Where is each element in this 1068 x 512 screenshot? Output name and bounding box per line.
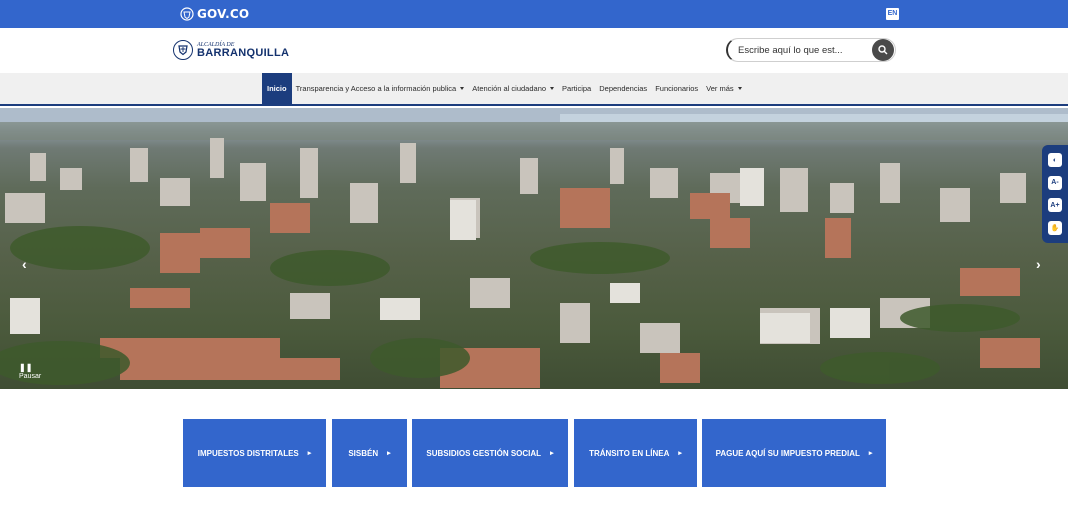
quick-link-transito[interactable]: TRÁNSITO EN LÍNEA ▸ [574,419,697,487]
carousel-next-button[interactable]: › [1036,256,1041,272]
sign-language-icon[interactable]: ✋ [1048,220,1062,235]
nav-item-participa[interactable]: Participa [558,73,595,104]
language-toggle-button[interactable]: EN [886,8,899,20]
search-input[interactable]: Escribe aquí lo que est... [738,45,872,56]
gov-co-bar: GOV.CO EN [0,0,1068,28]
pause-label: Pausar [19,373,42,380]
nav-item-ver-mas[interactable]: Ver más [702,73,746,104]
chevron-down-icon [550,87,555,90]
nav-item-funcionarios[interactable]: Funcionarios [651,73,702,104]
chevron-right-icon: ▸ [550,450,554,457]
decrease-text-icon[interactable]: A- [1048,175,1062,190]
carousel-prev-button[interactable]: ‹ [22,256,27,272]
chevron-right-icon: ▸ [868,450,873,457]
chevron-down-icon [460,87,465,90]
city-aerial-image [0,108,1068,388]
chevron-right-icon: ▸ [678,450,682,457]
chevron-right-icon: ▸ [307,450,312,457]
nav-item-atencion[interactable]: Atención al ciudadano [468,73,558,104]
main-nav: Inicio Transparencia y Acceso a la infor… [0,73,1068,106]
brand-title: BARRANQUILLA [197,46,290,59]
search-box[interactable]: Escribe aquí lo que est... [726,38,896,62]
barranquilla-seal-icon [173,40,193,60]
nav-item-inicio[interactable]: Inicio [262,73,292,104]
nav-item-dependencias[interactable]: Dependencias [595,73,651,104]
hero-carousel[interactable]: ‹ › ❚❚ Pausar [0,108,1068,389]
quick-link-sisben[interactable]: SISBÉN ▸ [332,419,407,487]
alcaldia-logo[interactable]: ALCALDÍA DE BARRANQUILLA [173,39,289,61]
quick-link-predial[interactable]: PAGUE AQUÍ SU IMPUESTO PREDIAL ▸ [702,419,886,487]
quick-link-impuestos[interactable]: IMPUESTOS DISTRITALES ▸ [183,419,326,487]
pause-icon: ❚❚ [19,363,33,372]
gov-co-logo[interactable]: GOV.CO [180,6,249,22]
site-header: ALCALDÍA DE BARRANQUILLA Escribe aquí lo… [0,28,1068,73]
accessibility-toolbar: ◐ A- A+ ✋ [1042,145,1068,243]
chevron-right-icon: ▸ [387,450,391,457]
contrast-icon[interactable]: ◐ [1048,153,1062,168]
colombia-shield-icon [180,7,194,21]
carousel-pause-button[interactable]: ❚❚ Pausar [19,363,42,381]
increase-text-icon[interactable]: A+ [1048,198,1062,213]
chevron-down-icon [737,87,742,90]
quick-link-subsidios[interactable]: SUBSIDIOS GESTIÓN SOCIAL ▸ [412,419,568,487]
gov-co-text: GOV.CO [197,7,250,21]
search-icon [878,45,888,55]
nav-item-transparencia[interactable]: Transparencia y Acceso a la información … [292,73,469,104]
search-button[interactable] [872,39,894,61]
